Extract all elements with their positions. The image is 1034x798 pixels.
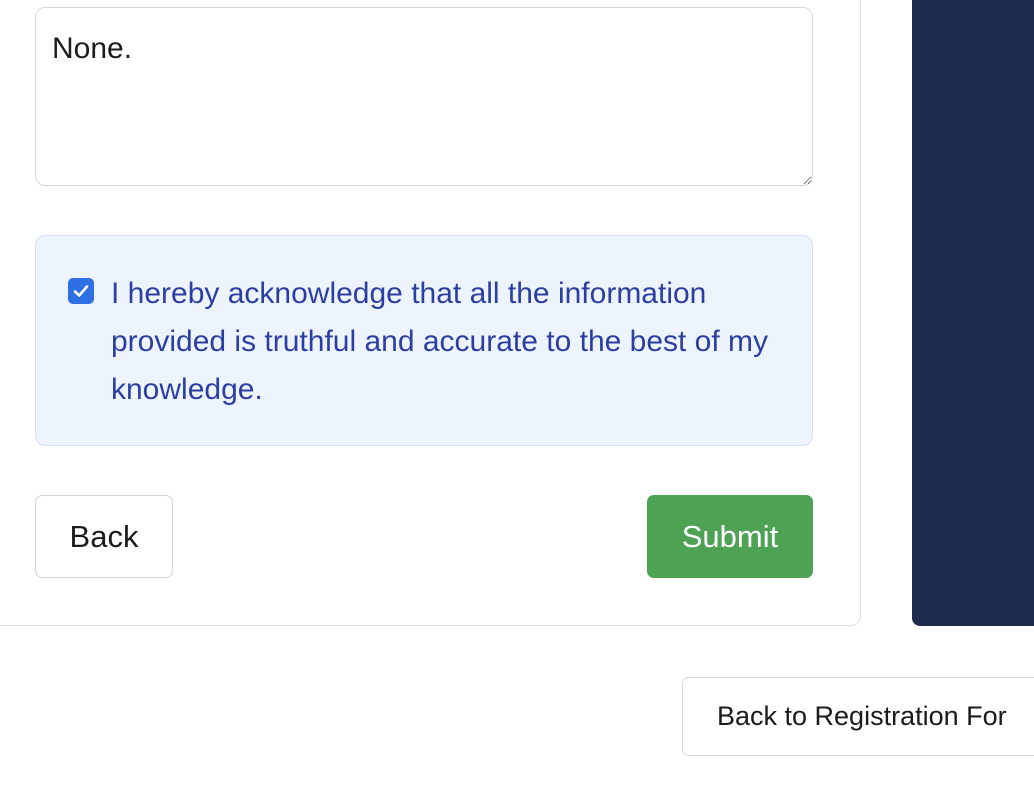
page: None. I hereby acknowledge that all the … [0,0,1034,798]
side-panel [912,0,1034,626]
acknowledgement-label[interactable]: I hereby acknowledge that all the inform… [111,270,791,414]
notes-field-wrapper: None. [35,7,813,186]
acknowledgement-box: I hereby acknowledge that all the inform… [35,235,813,446]
back-button[interactable]: Back [35,495,173,578]
notes-textarea[interactable]: None. [35,7,813,186]
acknowledgement-checkbox[interactable] [68,278,94,304]
back-to-registration-button[interactable]: Back to Registration For [682,677,1034,756]
submit-button[interactable]: Submit [647,495,813,578]
checkmark-icon [73,285,89,297]
